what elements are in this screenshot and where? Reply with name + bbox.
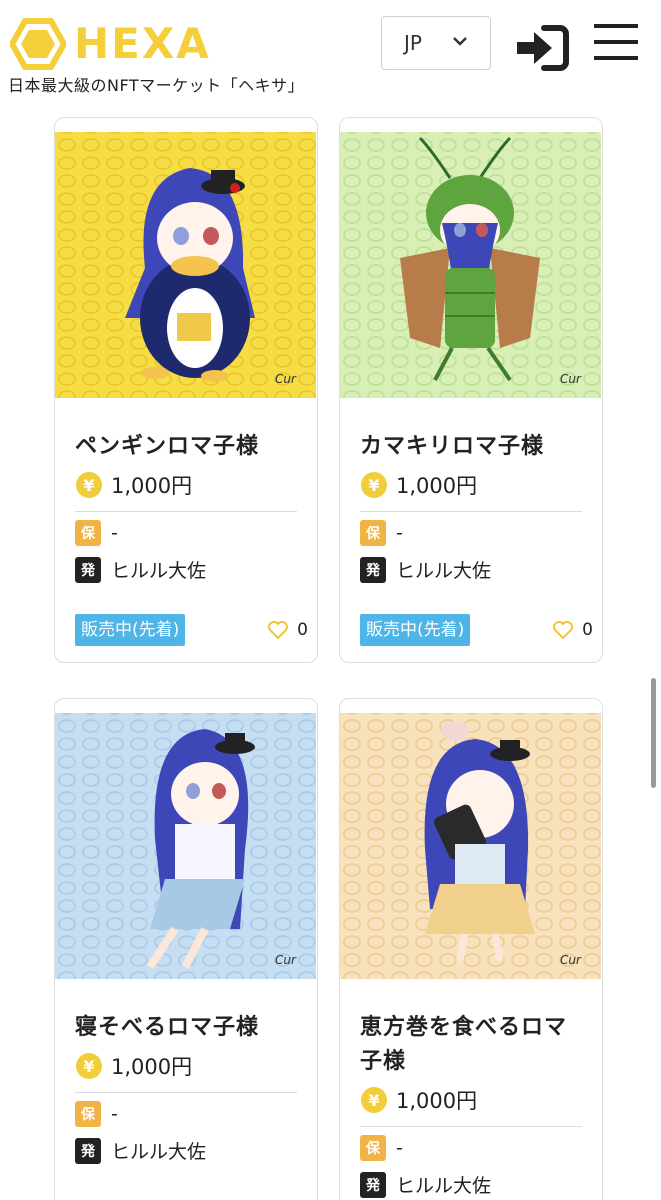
nft-title[interactable]: 恵方巻を食べるロマ子様 [360,1011,585,1079]
issuer-badge: 発 [75,1137,101,1164]
site-tagline: 日本最大級のNFTマーケット「ヘキサ」 [8,76,305,95]
svg-text:Cur: Cur [275,953,297,967]
price-row: ¥ 1,000円 [360,1085,477,1115]
status-badge: 販売中(先着) [75,614,186,646]
issuer-row: 発 ヒルル大佐 [75,556,206,583]
issuer-name[interactable]: ヒルル大佐 [111,556,206,583]
svg-text:¥: ¥ [83,1057,94,1076]
divider [75,1092,297,1093]
product-card[interactable]: Cur カマキリロマ子様 ¥ 1,000円 保 - 発 ヒルル大佐 販売中(先着… [339,117,603,663]
yen-coin-icon: ¥ [76,472,102,498]
product-card[interactable]: Cur 恵方巻を食べるロマ子様 ¥ 1,000円 保 - 発 ヒルル大佐 [339,698,603,1200]
language-value: JP [404,31,422,55]
issuer-name[interactable]: ヒルル大佐 [111,1137,206,1164]
like-count: 0 [582,620,593,640]
holder-value: - [111,1103,118,1125]
like-button[interactable]: 0 [552,620,593,640]
price-value: 1,000円 [111,1055,193,1079]
site-header: HEXA 日本最大級のNFTマーケット「ヘキサ」 JP [0,0,661,100]
price-value: 1,000円 [396,1089,478,1113]
nft-artwork-image[interactable]: Cur [340,699,601,979]
holder-row: 保 - [75,1101,118,1127]
like-count: 0 [297,620,308,640]
svg-text:¥: ¥ [368,476,379,495]
divider [360,1126,582,1127]
nft-artwork-image[interactable]: Cur [55,699,316,979]
login-icon[interactable] [514,24,570,72]
logo-text: HEXA [74,19,211,68]
svg-text:Cur: Cur [560,953,582,967]
issuer-row: 発 ヒルル大佐 [75,1137,206,1164]
nft-artwork-image[interactable]: Cur [340,118,601,398]
price-value: 1,000円 [111,474,193,498]
yen-coin-icon: ¥ [76,1053,102,1079]
yen-coin-icon: ¥ [361,472,387,498]
issuer-name[interactable]: ヒルル大佐 [396,1171,491,1198]
nft-title[interactable]: 寝そべるロマ子様 [75,1011,300,1045]
price-value: 1,000円 [396,474,478,498]
svg-text:Cur: Cur [275,372,297,386]
product-card[interactable]: Cur ペンギンロマ子様 ¥ 1,000円 保 - 発 ヒルル大佐 販売中(先着… [54,117,318,663]
divider [75,511,297,512]
heart-icon [553,621,574,640]
issuer-badge: 発 [360,556,386,583]
divider [360,511,582,512]
issuer-row: 発 ヒルル大佐 [360,556,491,583]
price-row: ¥ 1,000円 [360,470,477,500]
holder-badge: 保 [360,1135,386,1161]
chevron-down-icon [453,37,467,46]
issuer-badge: 発 [75,556,101,583]
holder-badge: 保 [75,520,101,546]
status-badge: 販売中(先着) [360,614,471,646]
nft-title[interactable]: ペンギンロマ子様 [75,430,300,464]
issuer-row: 発 ヒルル大佐 [360,1171,491,1198]
holder-row: 保 - [360,520,403,546]
hexa-logo[interactable]: HEXA [10,18,211,70]
yen-coin-icon: ¥ [361,1087,387,1113]
holder-badge: 保 [75,1101,101,1127]
holder-row: 保 - [75,520,118,546]
holder-value: - [396,522,403,544]
holder-value: - [111,522,118,544]
price-row: ¥ 1,000円 [75,470,192,500]
language-select[interactable]: JP [381,16,491,70]
issuer-badge: 発 [360,1171,386,1198]
svg-text:Cur: Cur [560,372,582,386]
svg-text:¥: ¥ [368,1091,379,1110]
hamburger-menu-icon[interactable] [592,20,640,64]
like-button[interactable]: 0 [267,620,308,640]
holder-badge: 保 [360,520,386,546]
scrollbar[interactable] [651,678,656,788]
holder-value: - [396,1137,403,1159]
issuer-name[interactable]: ヒルル大佐 [396,556,491,583]
nft-title[interactable]: カマキリロマ子様 [360,430,585,464]
svg-text:¥: ¥ [83,476,94,495]
nft-artwork-image[interactable]: Cur [55,118,316,398]
product-card[interactable]: Cur 寝そべるロマ子様 ¥ 1,000円 保 - 発 ヒルル大佐 [54,698,318,1200]
hexagon-logo-icon [10,18,66,70]
price-row: ¥ 1,000円 [75,1051,192,1081]
heart-icon [268,621,289,640]
holder-row: 保 - [360,1135,403,1161]
